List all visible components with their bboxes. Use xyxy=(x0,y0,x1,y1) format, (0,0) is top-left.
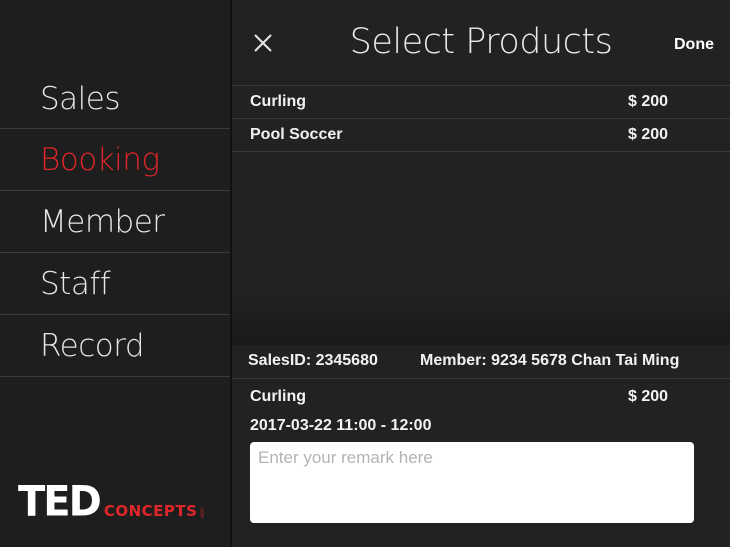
product-row-pool-soccer[interactable]: Pool Soccer $ 200 xyxy=(232,119,730,152)
product-price: $ 200 xyxy=(628,93,669,110)
page-title: Select Products xyxy=(349,22,613,62)
sidebar-nav: Sales Booking Member Staff Record xyxy=(0,70,230,377)
member-info: Member: 9234 5678 Chan Tai Ming xyxy=(420,352,680,369)
sales-info-bar: SalesID: 2345680 Member: 9234 5678 Chan … xyxy=(232,345,730,379)
empty-list-area xyxy=(232,153,730,345)
sidebar-item-sales[interactable]: Sales xyxy=(0,70,230,129)
sales-id: SalesID: 2345680 xyxy=(248,352,378,369)
product-name: Curling xyxy=(250,93,306,110)
selected-product-name: Curling xyxy=(250,388,306,405)
logo-suffix-text: .com xyxy=(198,507,205,518)
logo-sub-text: CONCEPTS xyxy=(103,502,198,520)
sidebar-item-member[interactable]: Member xyxy=(0,191,230,253)
product-list: Curling $ 200 Pool Soccer $ 200 xyxy=(232,86,730,152)
selected-product-time: 2017-03-22 11:00 - 12:00 xyxy=(250,417,432,434)
ted-concepts-logo: TED CONCEPTS .com xyxy=(18,477,205,527)
sidebar: Sales Booking Member Staff Record TED CO… xyxy=(0,0,230,547)
product-name: Pool Soccer xyxy=(250,126,343,143)
product-row-curling[interactable]: Curling $ 200 xyxy=(232,86,730,119)
select-products-panel: Select Products Done Curling $ 200 Pool … xyxy=(232,0,730,547)
product-price: $ 200 xyxy=(628,126,669,143)
sidebar-item-booking[interactable]: Booking xyxy=(0,129,230,191)
panel-header: Select Products Done xyxy=(232,0,730,86)
logo-main-text: TED xyxy=(18,477,102,527)
done-button[interactable]: Done xyxy=(674,36,714,54)
selected-product-price: $ 200 xyxy=(628,388,669,405)
remark-input[interactable] xyxy=(250,442,694,523)
sidebar-item-staff[interactable]: Staff xyxy=(0,253,230,315)
sidebar-item-record[interactable]: Record xyxy=(0,315,230,377)
